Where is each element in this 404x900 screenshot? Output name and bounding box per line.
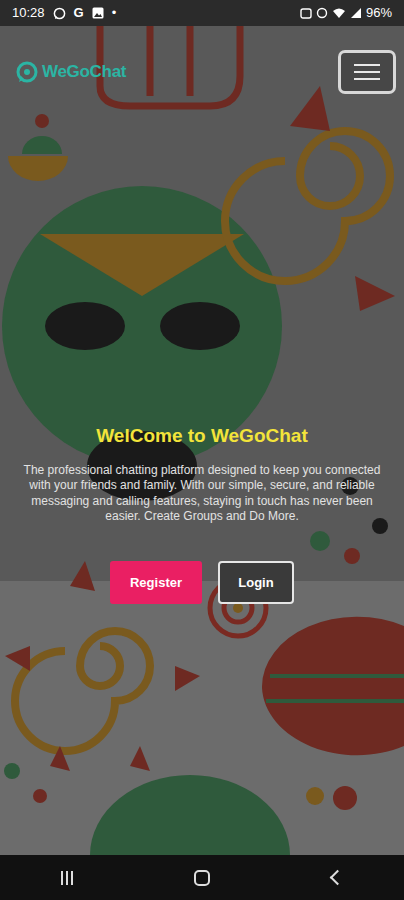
alarm-icon — [300, 7, 312, 19]
logo[interactable]: WeGoChat — [16, 59, 126, 85]
battery-level: 96% — [366, 3, 392, 23]
login-button[interactable]: Login — [218, 561, 294, 605]
recents-icon[interactable] — [61, 871, 73, 885]
hero: WelCome to WeGoChat The professional cha… — [0, 94, 404, 604]
site-header: WeGoChat — [0, 26, 404, 94]
notification-list: G — [74, 3, 84, 23]
hero-title: WelCome to WeGoChat — [20, 422, 384, 451]
chat-logo-icon — [16, 61, 38, 83]
web-page: WeGoChat WelCome to WeGoChat The profess… — [0, 26, 404, 855]
register-button[interactable]: Register — [110, 561, 202, 605]
wifi-icon — [332, 7, 346, 19]
clock: 10:28 — [12, 3, 45, 23]
notification-item: G — [74, 3, 84, 23]
home-icon[interactable] — [194, 870, 210, 886]
more-dot: • — [112, 3, 117, 23]
signal-icon — [350, 7, 362, 19]
logo-text: WeGoChat — [42, 59, 126, 85]
button-group: Register Login — [20, 561, 384, 605]
whatsapp-icon — [53, 7, 66, 20]
phone-screen: 10:28 G • 96% — [0, 0, 404, 900]
hero-description: The professional chatting platform desig… — [20, 463, 384, 525]
menu-button[interactable] — [338, 50, 396, 94]
image-icon — [92, 7, 104, 19]
navigation-bar — [0, 855, 404, 900]
back-icon[interactable] — [330, 870, 346, 886]
vibrate-icon — [316, 7, 328, 19]
status-bar: 10:28 G • 96% — [0, 0, 404, 26]
